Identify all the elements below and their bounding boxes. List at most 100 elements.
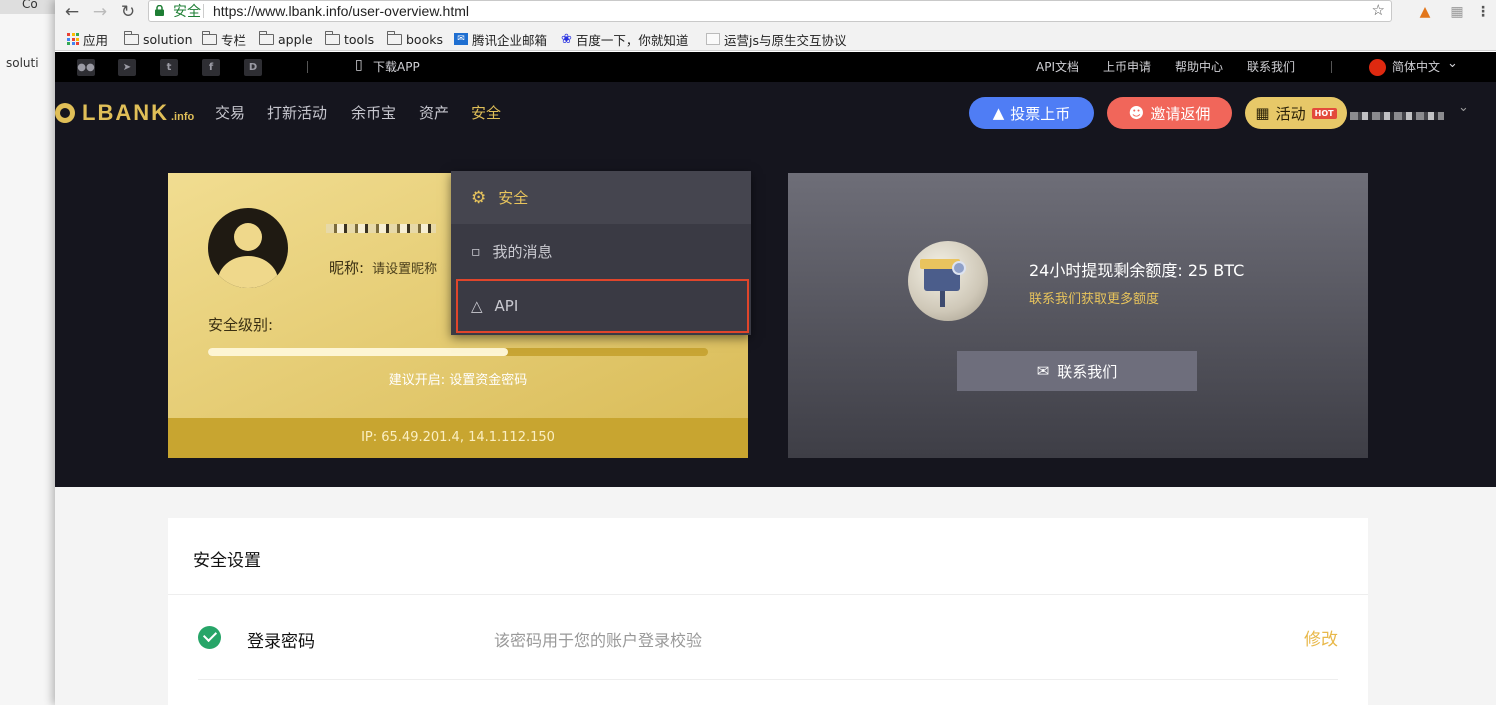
folder-icon xyxy=(202,30,217,45)
bookmark-label: books xyxy=(406,31,443,47)
set-fund-password-link[interactable]: 设置资金密码 xyxy=(449,373,527,388)
bookmark-column[interactable]: 专栏 xyxy=(202,30,247,48)
topbar-divider xyxy=(307,61,308,73)
invite-rebate-button[interactable]: ☻ 邀请返佣 xyxy=(1107,97,1232,129)
nickname-set-link[interactable]: 请设置昵称 xyxy=(372,262,437,277)
bookmark-baidu[interactable]: ❀ 百度一下，你就知道 xyxy=(561,31,688,48)
metamask-extension-icon[interactable]: ▲ xyxy=(1417,4,1433,20)
modify-password-link[interactable]: 修改 xyxy=(1304,625,1338,650)
twitter-icon[interactable]: t xyxy=(160,59,178,76)
security-dropdown-menu: ⚙ 安全 ▫ 我的消息 △ API xyxy=(451,171,751,335)
nav-trade[interactable]: 交易 xyxy=(215,102,245,123)
page-icon xyxy=(706,33,720,45)
facebook-icon[interactable]: f xyxy=(202,59,220,76)
nav-assets[interactable]: 资产 xyxy=(419,102,449,123)
reload-icon[interactable]: ↻ xyxy=(117,2,139,22)
bookmark-star-icon[interactable]: ☆ xyxy=(1372,1,1385,21)
bookmark-label: apple xyxy=(278,31,313,47)
bookmark-books[interactable]: books xyxy=(387,30,443,47)
vote-icon: ▲ xyxy=(992,104,1005,122)
background-bookmark[interactable]: soluti xyxy=(6,56,39,70)
chevron-down-icon[interactable]: ⌄ xyxy=(1447,56,1458,71)
folder-icon xyxy=(325,30,340,45)
mailbox-pole xyxy=(940,291,945,307)
address-bar[interactable]: 安全 https://www.lbank.info/user-overview.… xyxy=(148,0,1392,22)
lock-icon xyxy=(155,5,164,16)
button-label: 活动 xyxy=(1275,104,1306,123)
blurred-account-id xyxy=(326,224,436,233)
background-tab-title: Co xyxy=(22,0,38,11)
background-window: Co soluti xyxy=(0,0,60,705)
bookmark-solution[interactable]: solution xyxy=(124,30,193,47)
dropdown-item-api[interactable]: △ API xyxy=(456,279,749,333)
activity-button[interactable]: ▦ 活动 HOT xyxy=(1245,97,1347,129)
help-center-link[interactable]: 帮助中心 xyxy=(1175,58,1223,75)
apps-grid-icon xyxy=(67,33,79,45)
avatar[interactable] xyxy=(208,208,288,288)
hot-badge: HOT xyxy=(1311,107,1337,119)
bookmark-label: 腾讯企业邮箱 xyxy=(472,32,548,48)
api-docs-link[interactable]: API文档 xyxy=(1036,58,1079,75)
top-utility-bar: ●● ➤ t f D ▯ 下载APP API文档 上币申请 帮助中心 联系我们 … xyxy=(55,52,1496,82)
folder-icon xyxy=(387,30,402,45)
bookmark-label: tools xyxy=(344,31,375,47)
page-content: ●● ➤ t f D ▯ 下载APP API文档 上币申请 帮助中心 联系我们 … xyxy=(55,52,1496,705)
language-selector[interactable]: 简体中文 xyxy=(1392,58,1440,75)
api-triangle-icon: △ xyxy=(471,297,483,315)
logo-mark-icon xyxy=(55,103,75,123)
get-more-limit-link[interactable]: 联系我们获取更多额度 xyxy=(1029,288,1159,307)
button-label: 邀请返佣 xyxy=(1150,104,1211,123)
browser-menu-icon[interactable]: ⋮ xyxy=(1475,4,1491,20)
discord-icon[interactable]: D xyxy=(244,59,262,76)
mail-icon: ✉ xyxy=(1036,362,1050,380)
dropdown-item-security[interactable]: ⚙ 安全 xyxy=(451,171,751,224)
wechat-icon[interactable]: ●● xyxy=(77,59,95,76)
security-level-label: 安全级别: xyxy=(208,316,274,334)
withdraw-limit-text: 24小时提现剩余额度: 25 BTC xyxy=(1029,261,1245,280)
bookmark-tencent-mail[interactable]: ✉ 腾讯企业邮箱 xyxy=(454,31,548,48)
logo-text: LBANK xyxy=(82,100,169,125)
contact-us-button[interactable]: ✉ 联系我们 xyxy=(957,351,1197,391)
vote-listing-button[interactable]: ▲ 投票上币 xyxy=(969,97,1094,129)
avatar-head xyxy=(234,223,262,251)
chevron-down-icon[interactable]: ⌄ xyxy=(1458,100,1469,115)
listing-apply-link[interactable]: 上币申请 xyxy=(1103,58,1151,75)
contact-us-link[interactable]: 联系我们 xyxy=(1247,58,1295,75)
bookmark-label: 运营js与原生交互协议 xyxy=(724,32,847,48)
button-label: 联系我们 xyxy=(1057,362,1118,381)
forward-icon[interactable]: → xyxy=(89,2,111,22)
bookmark-apps[interactable]: 应用 xyxy=(67,31,109,48)
bookmark-apple[interactable]: apple xyxy=(259,30,313,47)
withdraw-limit-card: 24小时提现剩余额度: 25 BTC 联系我们获取更多额度 ✉ 联系我们 xyxy=(788,173,1368,458)
list-item: 登录密码 该密码用于您的账户登录校验 修改 xyxy=(198,595,1338,680)
gear-icon: ⚙ xyxy=(471,187,487,208)
section-title: 安全设置 xyxy=(193,551,261,571)
nav-savings[interactable]: 余币宝 xyxy=(351,102,396,123)
button-label: 投票上币 xyxy=(1010,104,1071,123)
dropdown-item-messages[interactable]: ▫ 我的消息 xyxy=(451,225,751,278)
bookmark-tools[interactable]: tools xyxy=(325,30,375,47)
download-app-link[interactable]: 下载APP xyxy=(373,58,420,75)
dropdown-item-label: 安全 xyxy=(498,189,529,207)
folder-icon xyxy=(124,30,139,45)
suggestion-label: 建议开启: xyxy=(388,373,446,388)
nav-ieo[interactable]: 打新活动 xyxy=(267,102,327,123)
security-level-fill xyxy=(208,348,508,356)
back-icon[interactable]: ← xyxy=(61,2,83,22)
extension-icon[interactable]: ▦ xyxy=(1449,4,1465,20)
bookmark-protocol[interactable]: 运营js与原生交互协议 xyxy=(706,31,847,48)
lbank-logo[interactable]: LBANK .info xyxy=(55,100,194,126)
telegram-icon[interactable]: ➤ xyxy=(118,59,136,76)
security-indicator: 安全 xyxy=(173,3,201,19)
bookmark-label: 专栏 xyxy=(221,32,247,48)
bookmarks-bar: 应用 solution 专栏 apple tools books ✉ 腾讯企业邮箱… xyxy=(55,27,1496,51)
nav-security[interactable]: 安全 xyxy=(471,102,501,123)
blurred-username[interactable] xyxy=(1350,112,1444,120)
bookmark-label: 应用 xyxy=(83,32,109,48)
url-text[interactable]: https://www.lbank.info/user-overview.htm… xyxy=(213,1,469,21)
setting-name: 登录密码 xyxy=(247,632,315,652)
gift-icon: ▦ xyxy=(1255,104,1270,122)
check-circle-icon xyxy=(198,626,221,649)
mailbox-coin xyxy=(952,261,966,275)
message-icon: ▫ xyxy=(471,243,481,260)
